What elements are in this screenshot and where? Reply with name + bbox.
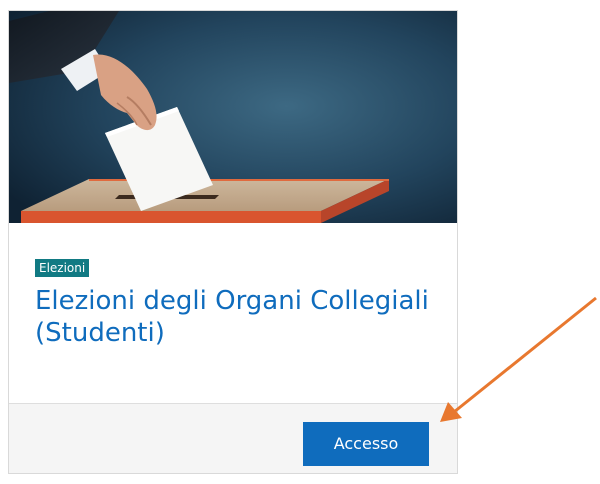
card-body: Elezioni Elezioni degli Organi Collegial… [9, 223, 457, 403]
category-badge[interactable]: Elezioni [35, 259, 90, 277]
access-button[interactable]: Accesso [303, 422, 429, 466]
card-title[interactable]: Elezioni degli Organi Collegiali (Studen… [35, 285, 435, 349]
election-card: Elezioni Elezioni degli Organi Collegial… [8, 10, 458, 474]
ballot-box-image [9, 11, 457, 223]
card-footer: Accesso [9, 403, 457, 473]
page: Elezioni Elezioni degli Organi Collegial… [0, 0, 600, 484]
